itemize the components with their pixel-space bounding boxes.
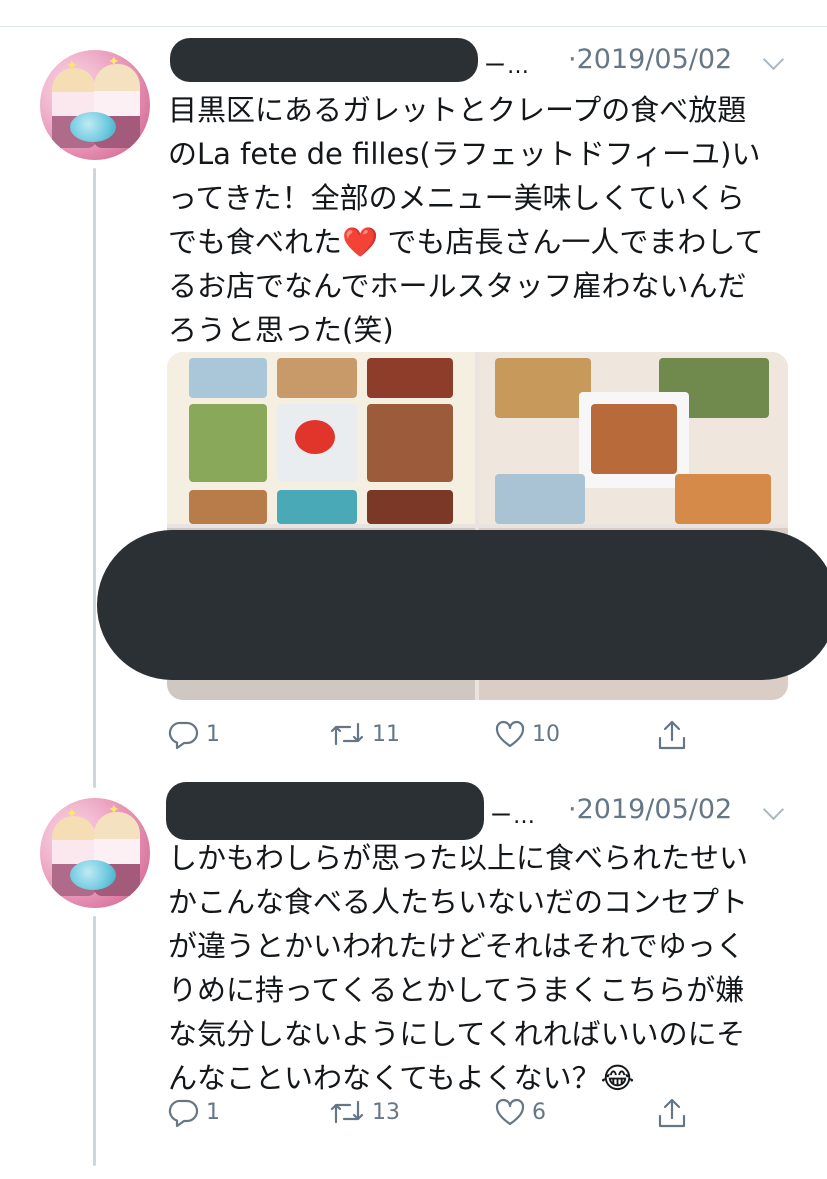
reply-count: 1 xyxy=(206,1099,220,1125)
reply-button[interactable]: 1 xyxy=(168,1096,220,1128)
tweet-actions: 1 13 6 xyxy=(168,1096,767,1136)
tweet-header: ー… ·2019/05/02 xyxy=(166,782,787,840)
top-divider xyxy=(0,26,827,27)
retweet-icon xyxy=(330,1100,364,1124)
tweet-actions: 1 11 10 xyxy=(168,718,767,758)
retweet-button[interactable]: 11 xyxy=(328,718,400,750)
like-button[interactable]: 10 xyxy=(494,718,560,750)
avatar[interactable]: ✦ ✦ xyxy=(40,798,150,908)
tweet-text: 目黒区にあるガレットとクレープの食べ放題 のLa fete de filles(… xyxy=(168,93,764,347)
retweet-count: 13 xyxy=(372,1099,400,1125)
redacted-photo-area xyxy=(97,530,827,680)
retweet-icon xyxy=(330,722,364,746)
avatar[interactable]: ✦ ✦ xyxy=(40,50,150,160)
like-count: 10 xyxy=(532,721,560,747)
retweet-count: 11 xyxy=(372,721,400,747)
redacted-name xyxy=(170,38,478,82)
reply-count: 1 xyxy=(206,721,220,747)
share-button[interactable] xyxy=(656,1096,688,1130)
photo[interactable] xyxy=(167,352,475,524)
share-button[interactable] xyxy=(656,718,688,752)
thread-line xyxy=(93,916,96,1166)
handle-truncated: ー… xyxy=(484,54,531,79)
chevron-down-icon[interactable] xyxy=(762,798,785,821)
share-icon xyxy=(658,720,686,750)
retweet-button[interactable]: 13 xyxy=(328,1096,400,1128)
photo[interactable] xyxy=(479,352,788,524)
tweet-date[interactable]: ·2019/05/02 xyxy=(568,44,732,75)
reply-icon xyxy=(168,721,199,750)
reply-button[interactable]: 1 xyxy=(168,718,220,750)
share-icon xyxy=(658,1098,686,1128)
tweet-date[interactable]: ·2019/05/02 xyxy=(568,794,732,825)
tweet-header: ー… ·2019/05/02 xyxy=(168,38,787,82)
handle-truncated: ー… xyxy=(490,804,537,829)
thread-line xyxy=(93,168,96,788)
reply-icon xyxy=(168,1099,199,1128)
chevron-down-icon[interactable] xyxy=(762,48,785,71)
heart-icon xyxy=(495,1098,525,1126)
tweet-text: しかもわしらが思った以上に食べられたせい かこんな食べる人たちいないだのコンセプ… xyxy=(168,841,749,1095)
heart-icon xyxy=(495,720,525,748)
redacted-name xyxy=(166,782,484,840)
like-button[interactable]: 6 xyxy=(494,1096,546,1128)
like-count: 6 xyxy=(532,1099,546,1125)
